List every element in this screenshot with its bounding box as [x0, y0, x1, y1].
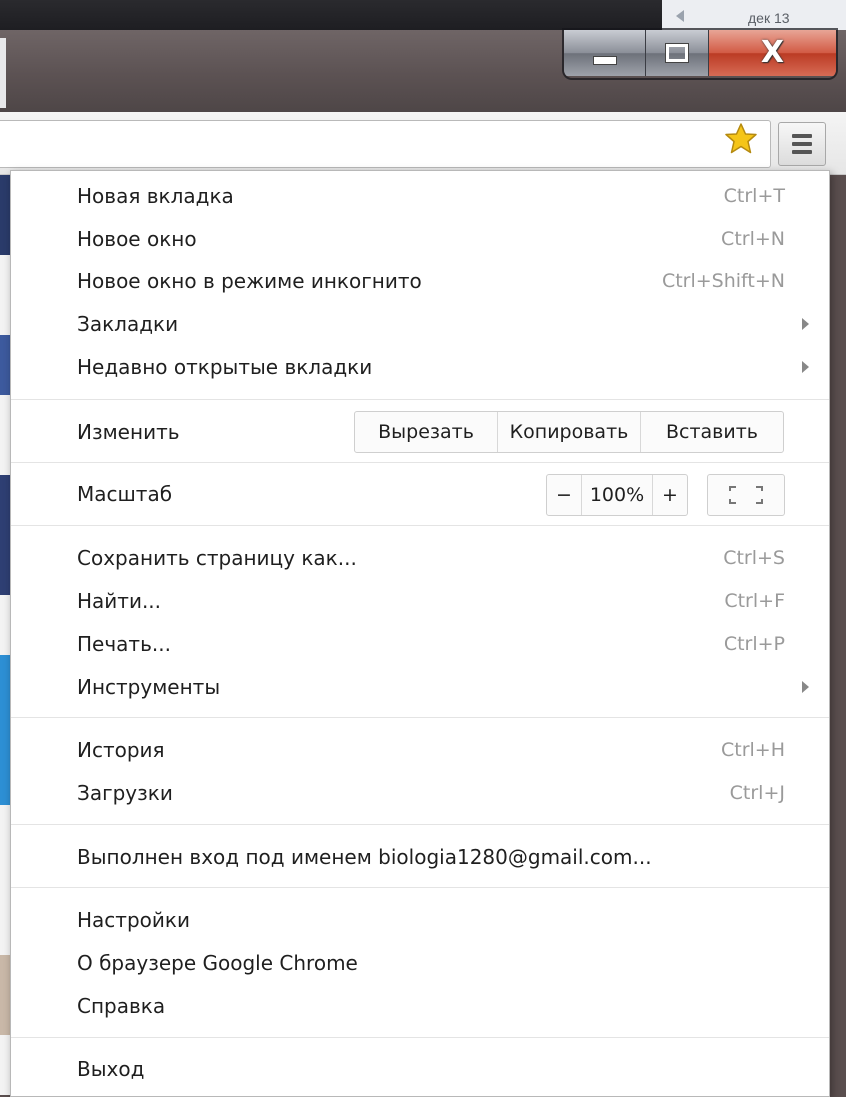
menu-item-label: Новое окно: [77, 227, 197, 251]
shortcut-label: Ctrl+T: [723, 185, 785, 207]
signed-in-label: Выполнен вход под именем biologia1280@gm…: [77, 845, 652, 869]
shortcut-label: Ctrl+F: [724, 590, 785, 612]
chrome-main-menu: Новая вкладка Ctrl+T Новое окно Ctrl+N Н…: [10, 170, 830, 1097]
menu-item-tools[interactable]: Инструменты: [77, 667, 829, 707]
browser-toolbar: [0, 112, 846, 175]
menu-item-label: Закладки: [77, 312, 179, 336]
submenu-arrow-icon: [802, 681, 809, 693]
menu-separator: [11, 824, 829, 825]
shortcut-label: Ctrl+N: [721, 228, 785, 250]
menu-item-recent-tabs[interactable]: Недавно открытые вкладки: [77, 347, 829, 387]
zoom-label: Масштаб: [77, 482, 173, 506]
menu-item-label: Печать...: [77, 632, 171, 656]
edit-button-group: Вырезать Копировать Вставить: [354, 411, 784, 453]
menu-item-exit[interactable]: Выход: [77, 1049, 829, 1089]
menu-item-new-tab[interactable]: Новая вкладка Ctrl+T: [77, 176, 829, 216]
zoom-in-button[interactable]: +: [653, 475, 687, 515]
fullscreen-button[interactable]: [707, 474, 785, 516]
shortcut-label: Ctrl+J: [729, 782, 785, 804]
menu-item-find[interactable]: Найти... Ctrl+F: [77, 581, 829, 621]
menu-item-label: Сохранить страницу как...: [77, 546, 357, 570]
menu-item-print[interactable]: Печать... Ctrl+P: [77, 624, 829, 664]
menu-item-about[interactable]: О браузере Google Chrome: [77, 943, 829, 983]
menu-item-label: Загрузки: [77, 781, 173, 805]
minimize-icon: [592, 55, 617, 65]
menu-item-incognito[interactable]: Новое окно в режиме инкогнито Ctrl+Shift…: [77, 261, 829, 301]
menu-separator: [11, 462, 829, 463]
hamburger-icon-line: [792, 142, 812, 146]
menu-item-label: Настройки: [77, 908, 190, 932]
menu-item-label: Выход: [77, 1057, 145, 1081]
hamburger-icon: [792, 134, 812, 138]
menu-item-settings[interactable]: Настройки: [77, 900, 829, 940]
menu-item-history[interactable]: История Ctrl+H: [77, 730, 829, 770]
submenu-arrow-icon: [802, 318, 809, 330]
menu-item-label: О браузере Google Chrome: [77, 951, 358, 975]
menu-item-label: История: [77, 738, 165, 762]
menu-item-label: Недавно открытые вкладки: [77, 355, 373, 379]
shortcut-label: Ctrl+H: [720, 739, 785, 761]
edit-label: Изменить: [77, 420, 180, 444]
window-controls: X: [564, 30, 836, 78]
menu-item-bookmarks[interactable]: Закладки: [77, 304, 829, 344]
menu-separator: [11, 525, 829, 526]
prev-arrow-icon[interactable]: [676, 10, 684, 22]
zoom-out-button[interactable]: −: [547, 475, 582, 515]
close-button[interactable]: X: [708, 30, 836, 76]
shortcut-label: Ctrl+Shift+N: [661, 270, 785, 292]
menu-item-signed-in[interactable]: Выполнен вход под именем biologia1280@gm…: [77, 837, 829, 877]
submenu-arrow-icon: [802, 361, 809, 373]
menu-item-label: Найти...: [77, 589, 162, 613]
menu-item-label: Новое окно в режиме инкогнито: [77, 269, 422, 293]
menu-item-label: Новая вкладка: [77, 184, 234, 208]
star-icon[interactable]: [724, 122, 758, 156]
date-label: дек 13: [748, 10, 790, 26]
maximize-button[interactable]: [646, 30, 709, 76]
zoom-level: 100%: [582, 475, 653, 515]
close-icon: X: [760, 35, 785, 70]
chrome-menu-button[interactable]: [778, 122, 826, 166]
paste-button[interactable]: Вставить: [641, 412, 783, 452]
menu-separator: [11, 399, 829, 400]
hamburger-icon-line: [792, 150, 812, 154]
address-bar[interactable]: [0, 120, 771, 168]
copy-button[interactable]: Копировать: [498, 412, 641, 452]
menu-item-save-page[interactable]: Сохранить страницу как... Ctrl+S: [77, 538, 829, 578]
menu-separator: [11, 887, 829, 888]
menu-item-new-window[interactable]: Новое окно Ctrl+N: [77, 219, 829, 259]
menu-item-label: Инструменты: [77, 675, 221, 699]
menu-item-help[interactable]: Справка: [77, 986, 829, 1026]
fullscreen-icon: [729, 486, 763, 504]
menu-item-label: Справка: [77, 994, 166, 1018]
titlebar-edge: [0, 38, 6, 108]
maximize-icon: [666, 44, 689, 62]
menu-separator: [11, 1037, 829, 1038]
shortcut-label: Ctrl+P: [723, 633, 785, 655]
minimize-button[interactable]: [564, 30, 647, 76]
menu-separator: [11, 717, 829, 718]
cut-button[interactable]: Вырезать: [355, 412, 498, 452]
shortcut-label: Ctrl+S: [723, 547, 785, 569]
menu-item-downloads[interactable]: Загрузки Ctrl+J: [77, 773, 829, 813]
zoom-controls: − 100% +: [546, 474, 688, 516]
